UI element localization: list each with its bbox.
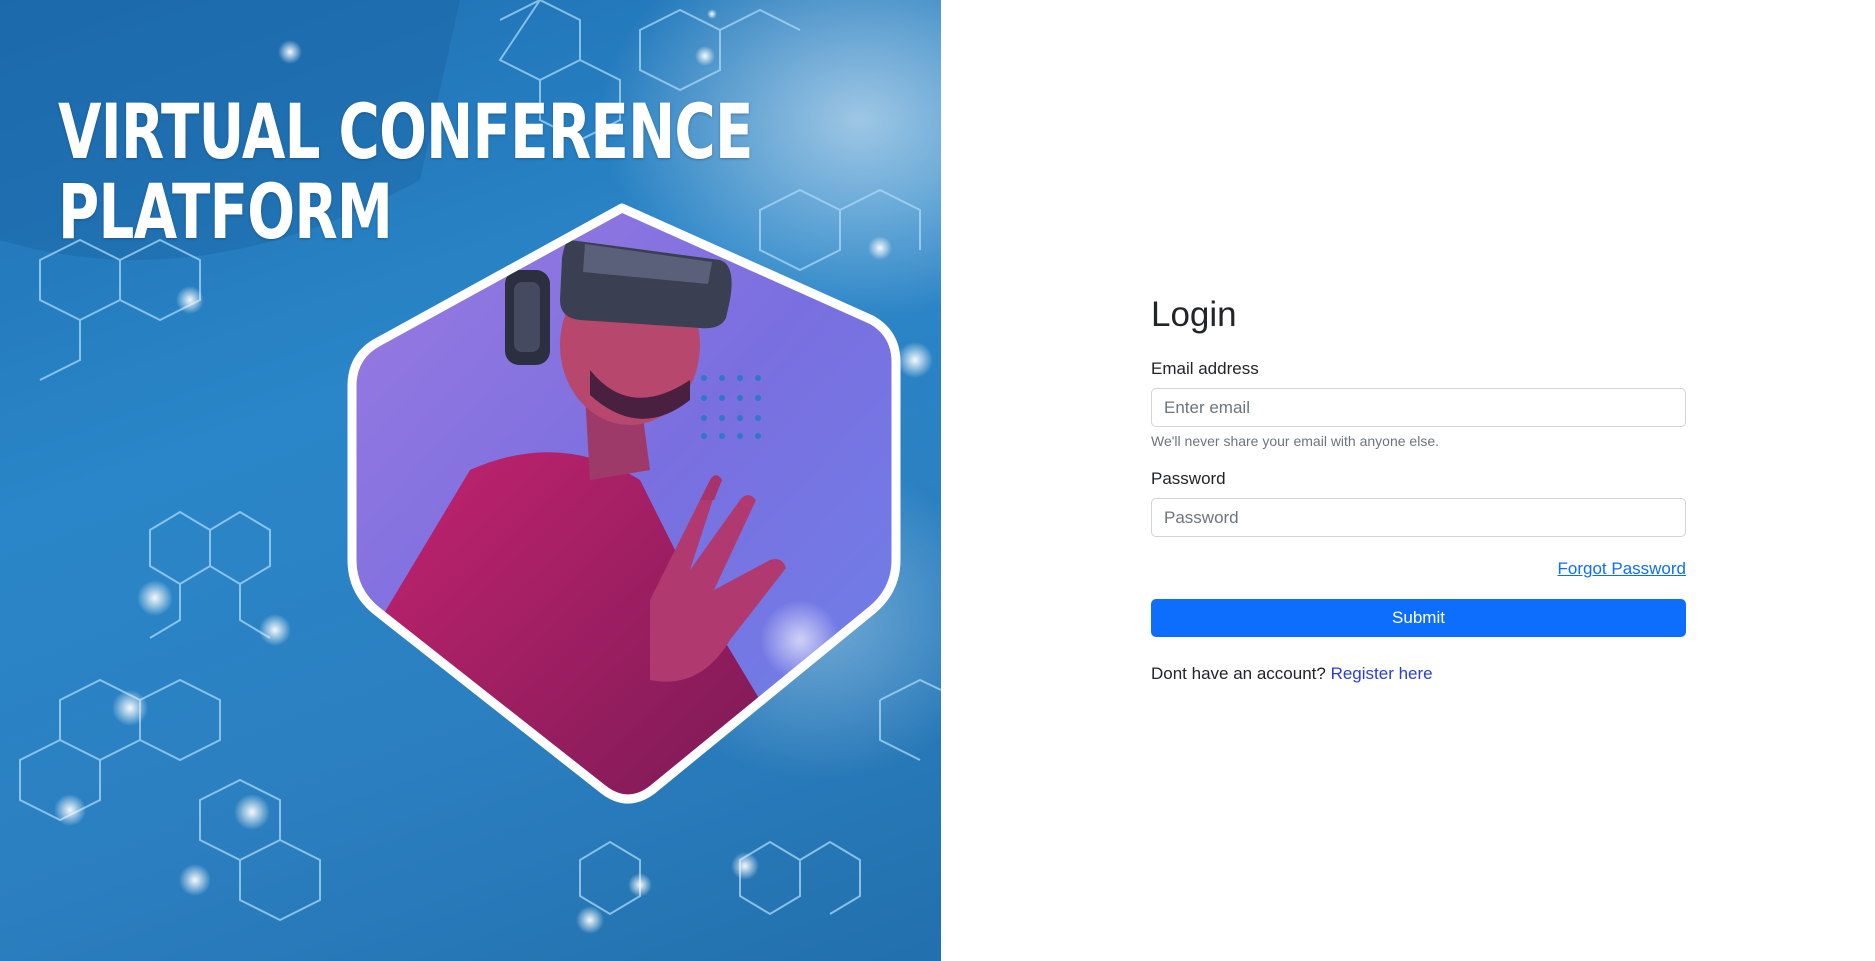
hero-title-line-1: VIRTUAL CONFERENCE [58,87,753,176]
register-prompt-row: Dont have an account? Register here [1151,664,1686,684]
password-label: Password [1151,469,1226,488]
register-link[interactable]: Register here [1331,664,1433,683]
email-field[interactable] [1151,388,1686,427]
login-form: Login Email address We'll never share yo… [1151,292,1686,684]
login-heading: Login [1151,295,1237,334]
submit-button[interactable]: Submit [1151,599,1686,637]
hero-banner: VIRTUAL CONFERENCE PLATFORM [0,0,941,961]
register-prompt-text: Dont have an account? [1151,664,1331,683]
hero-title: VIRTUAL CONFERENCE PLATFORM [58,92,753,252]
forgot-password-link[interactable]: Forgot Password [1558,559,1687,578]
login-page: VIRTUAL CONFERENCE PLATFORM Login Email … [0,0,1875,961]
password-field[interactable] [1151,498,1686,537]
email-help-text: We'll never share your email with anyone… [1151,433,1439,449]
hero-title-line-2: PLATFORM [58,167,393,256]
forgot-password-row: Forgot Password [1151,559,1687,579]
email-label: Email address [1151,359,1259,378]
